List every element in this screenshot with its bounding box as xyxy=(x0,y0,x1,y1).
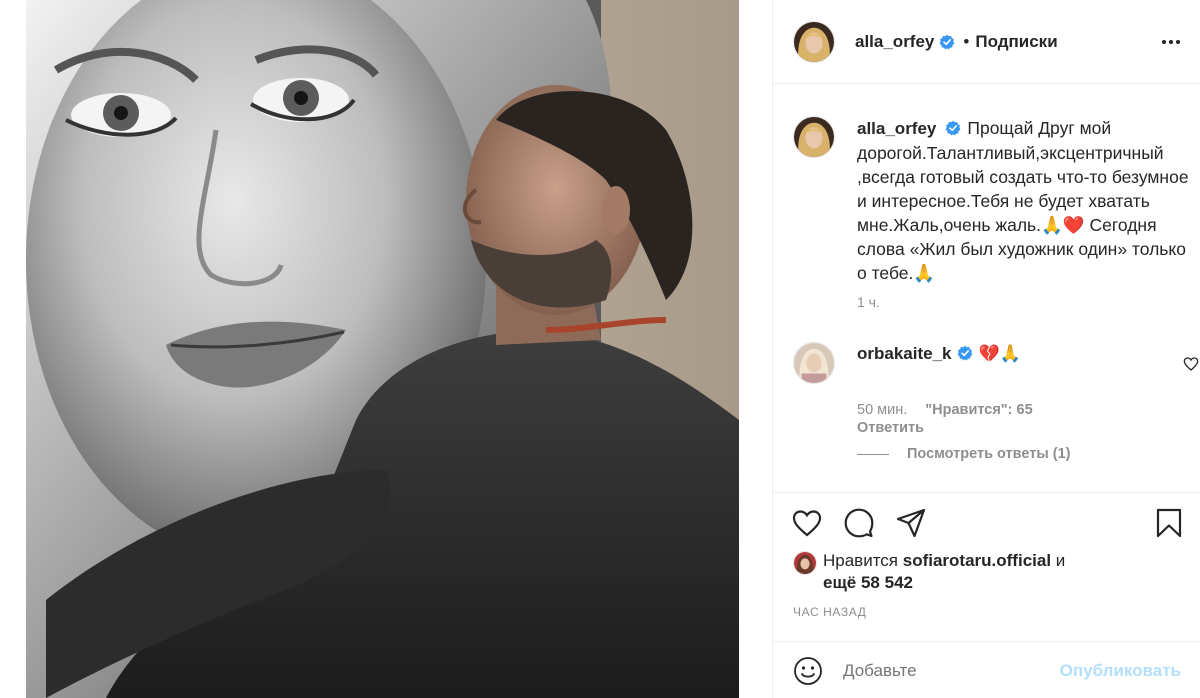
more-icon[interactable] xyxy=(1161,34,1181,50)
caption-time[interactable]: 1 ч. xyxy=(857,294,880,310)
post-actions: Нравится sofiarotaru.official и ещё 58 5… xyxy=(773,492,1200,698)
likes-prefix: Нравится xyxy=(823,551,899,570)
view-replies-line xyxy=(857,453,889,455)
header-separator: • xyxy=(963,31,970,51)
share-icon[interactable] xyxy=(895,507,927,539)
liker-avatar[interactable] xyxy=(793,551,817,575)
emoji-icon[interactable] xyxy=(793,656,823,686)
caption-avatar-image xyxy=(794,117,834,157)
commenter-avatar[interactable] xyxy=(793,342,835,384)
caption-body: alla_orfey Прощай Друг мой дорогой.Талан… xyxy=(857,116,1193,285)
author-username[interactable]: alla_orfey xyxy=(855,32,934,52)
heart-icon[interactable] xyxy=(791,507,823,539)
likes-summary: Нравится sofiarotaru.official и ещё 58 5… xyxy=(793,550,1123,594)
following-button[interactable]: Подписки xyxy=(975,32,1057,52)
verified-icon xyxy=(939,34,955,49)
caption-text: Прощай Друг мой дорогой.Талантливый,эксц… xyxy=(857,118,1189,283)
comment-text: 💔🙏 xyxy=(978,344,1021,363)
verified-icon xyxy=(957,345,972,361)
comment-time[interactable]: 50 мин. xyxy=(857,402,907,418)
likes-and: и xyxy=(1055,551,1066,570)
likes-text: Нравится sofiarotaru.official и ещё 58 5… xyxy=(823,550,1123,594)
comment-item: orbakaite_k 💔🙏 50 мин. "Нравится": 65 Отв… xyxy=(793,342,1199,436)
comment-heart-icon[interactable] xyxy=(1183,356,1199,372)
caption-avatar[interactable] xyxy=(793,116,835,158)
likes-count[interactable]: ещё 58 542 xyxy=(823,573,913,592)
bookmark-icon[interactable] xyxy=(1153,507,1185,539)
comment-input[interactable] xyxy=(843,660,1043,681)
post-detail-panel: alla_orfey • Подписки alla_orfey Прощай … xyxy=(772,0,1200,698)
post-photo xyxy=(26,0,739,698)
reply-button[interactable]: Ответить xyxy=(857,420,1193,436)
liker-username[interactable]: sofiarotaru.official xyxy=(903,551,1051,570)
post-header: alla_orfey • Подписки xyxy=(773,0,1200,84)
post-caption: alla_orfey Прощай Друг мой дорогой.Талан… xyxy=(793,116,1193,310)
comment-meta: 50 мин. "Нравится": 65 xyxy=(857,402,1193,418)
commenter-username[interactable]: orbakaite_k xyxy=(857,344,952,363)
view-replies-label: Посмотреть ответы (1) xyxy=(907,446,1071,462)
post-image xyxy=(26,0,739,698)
comment-likes[interactable]: "Нравится": 65 xyxy=(925,402,1032,418)
comment-icon[interactable] xyxy=(843,507,875,539)
caption-username[interactable]: alla_orfey xyxy=(857,119,936,138)
comment-body: orbakaite_k 💔🙏 xyxy=(857,342,1021,384)
author-avatar[interactable] xyxy=(793,20,835,63)
liker-avatar-image xyxy=(794,552,816,574)
publish-button[interactable]: Опубликовать xyxy=(1060,661,1181,681)
verified-icon xyxy=(945,120,961,136)
view-replies-button[interactable]: Посмотреть ответы (1) xyxy=(857,446,1071,462)
add-comment-bar: Опубликовать xyxy=(773,641,1200,698)
post-timestamp[interactable]: ЧАС НАЗАД xyxy=(793,605,866,619)
commenter-avatar-image xyxy=(794,343,834,383)
author-avatar-image xyxy=(794,21,834,62)
